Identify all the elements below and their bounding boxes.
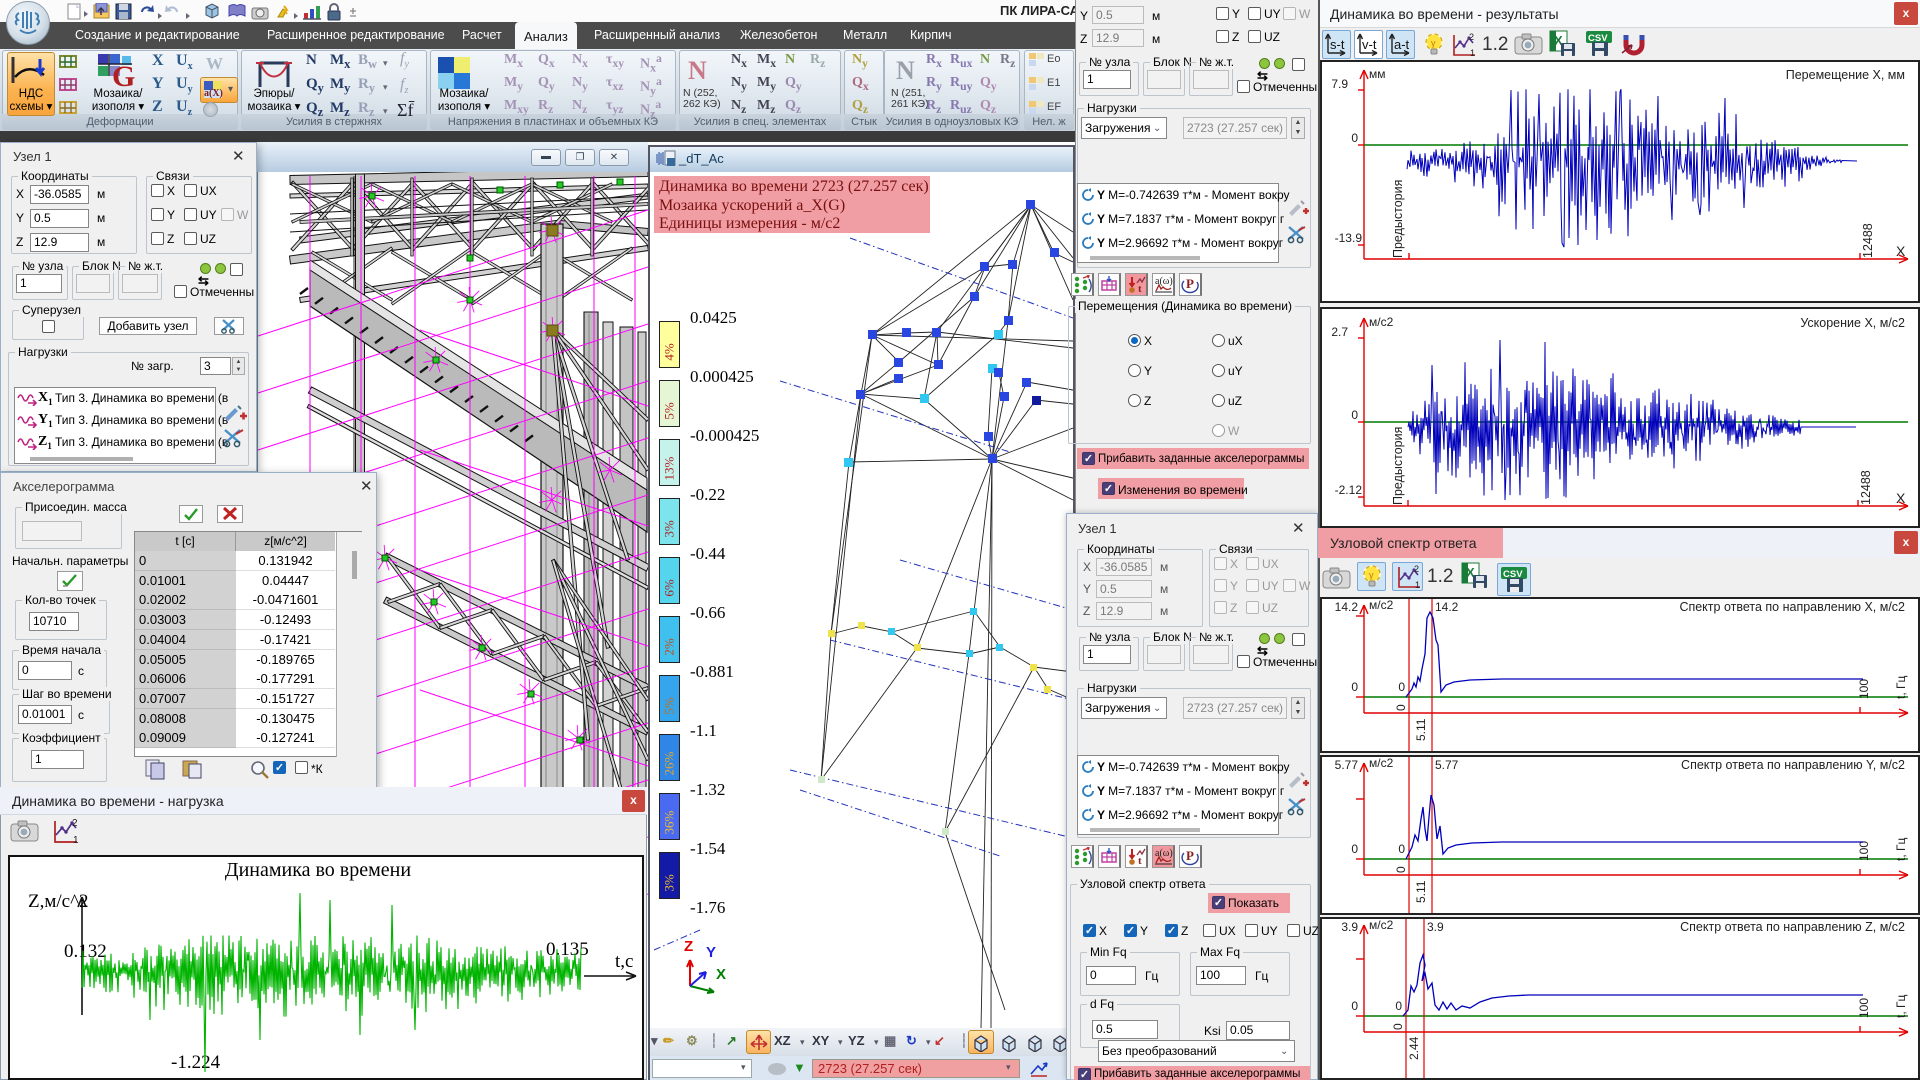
svg-text:м/с2: м/с2	[1369, 598, 1394, 612]
svg-text:100: 100	[1857, 998, 1871, 1018]
svg-text:м/с2: м/с2	[1369, 756, 1394, 770]
svg-text:0: 0	[1351, 999, 1358, 1013]
svg-text:0: 0	[1398, 842, 1405, 856]
svg-text:0: 0	[1351, 842, 1358, 856]
svg-text:Спектр ответа по направлению X: Спектр ответа по направлению X, м/с2	[1679, 600, 1905, 614]
svg-text:Перемещение X, мм: Перемещение X, мм	[1786, 68, 1905, 82]
svg-text:0: 0	[1351, 408, 1358, 422]
svg-text:100: 100	[1857, 679, 1871, 699]
svg-text:2: 2	[72, 818, 78, 829]
svg-text:5.77: 5.77	[1335, 758, 1359, 772]
svg-text:-2.12: -2.12	[1335, 483, 1363, 497]
svg-text:Ускорение X, м/с2: Ускорение X, м/с2	[1800, 316, 1905, 330]
svg-text:Предыстория: Предыстория	[1391, 427, 1405, 505]
svg-text:5.11: 5.11	[1414, 880, 1428, 903]
svg-text:t, Гц: t, Гц	[1894, 676, 1908, 700]
svg-text:-1.224: -1.224	[171, 1052, 221, 1073]
svg-text:2.7: 2.7	[1331, 325, 1348, 339]
svg-text:1: 1	[73, 835, 79, 845]
svg-text:5.11: 5.11	[1414, 718, 1428, 741]
svg-text:Z,м/с^2: Z,м/с^2	[28, 891, 89, 912]
svg-text:мм: мм	[1369, 67, 1386, 81]
svg-text:14.2: 14.2	[1435, 600, 1459, 614]
svg-text:7.9: 7.9	[1331, 77, 1348, 91]
svg-text:Спектр ответа по направлению Z: Спектр ответа по направлению Z, м/с2	[1680, 920, 1905, 934]
svg-text:12488: 12488	[1861, 223, 1875, 258]
svg-text:X: X	[1896, 490, 1906, 506]
svg-text:0: 0	[1351, 131, 1358, 145]
svg-text:0: 0	[1391, 1023, 1405, 1030]
svg-text:-13.9: -13.9	[1335, 231, 1363, 245]
svg-text:0: 0	[1394, 866, 1408, 873]
svg-text:2.44: 2.44	[1407, 1036, 1421, 1060]
svg-text:P: P	[1186, 848, 1194, 863]
svg-text:м/с2: м/с2	[1369, 315, 1394, 329]
svg-text:0: 0	[1395, 999, 1402, 1013]
svg-text:t: t	[1138, 855, 1142, 866]
svg-text:Спектр ответа по направлению Y: Спектр ответа по направлению Y, м/с2	[1681, 758, 1905, 772]
svg-text:3.9: 3.9	[1341, 920, 1358, 934]
svg-text:t, Гц: t, Гц	[1894, 838, 1908, 862]
svg-text:t, Гц: t, Гц	[1894, 995, 1908, 1019]
svg-text:t: t	[1138, 283, 1142, 294]
svg-text:Предыстория: Предыстория	[1391, 180, 1405, 258]
svg-text:м/с2: м/с2	[1369, 918, 1394, 932]
svg-text:0.132: 0.132	[64, 941, 107, 962]
svg-text:Динамика во времени: Динамика во времени	[225, 859, 411, 881]
svg-text:t,c: t,c	[615, 951, 633, 972]
svg-text:0: 0	[1351, 680, 1358, 694]
svg-text:a(ω): a(ω)	[1155, 276, 1173, 287]
svg-text:0: 0	[1398, 680, 1405, 694]
svg-text:12488: 12488	[1859, 470, 1873, 505]
svg-text:3.9: 3.9	[1427, 920, 1444, 934]
svg-text:P: P	[1186, 276, 1194, 291]
svg-text:a(ω): a(ω)	[1155, 848, 1173, 859]
svg-text:100: 100	[1857, 841, 1871, 861]
svg-text:X: X	[1896, 243, 1906, 259]
svg-text:14.2: 14.2	[1335, 600, 1359, 614]
svg-text:0: 0	[1394, 704, 1408, 711]
svg-text:5.77: 5.77	[1435, 758, 1459, 772]
